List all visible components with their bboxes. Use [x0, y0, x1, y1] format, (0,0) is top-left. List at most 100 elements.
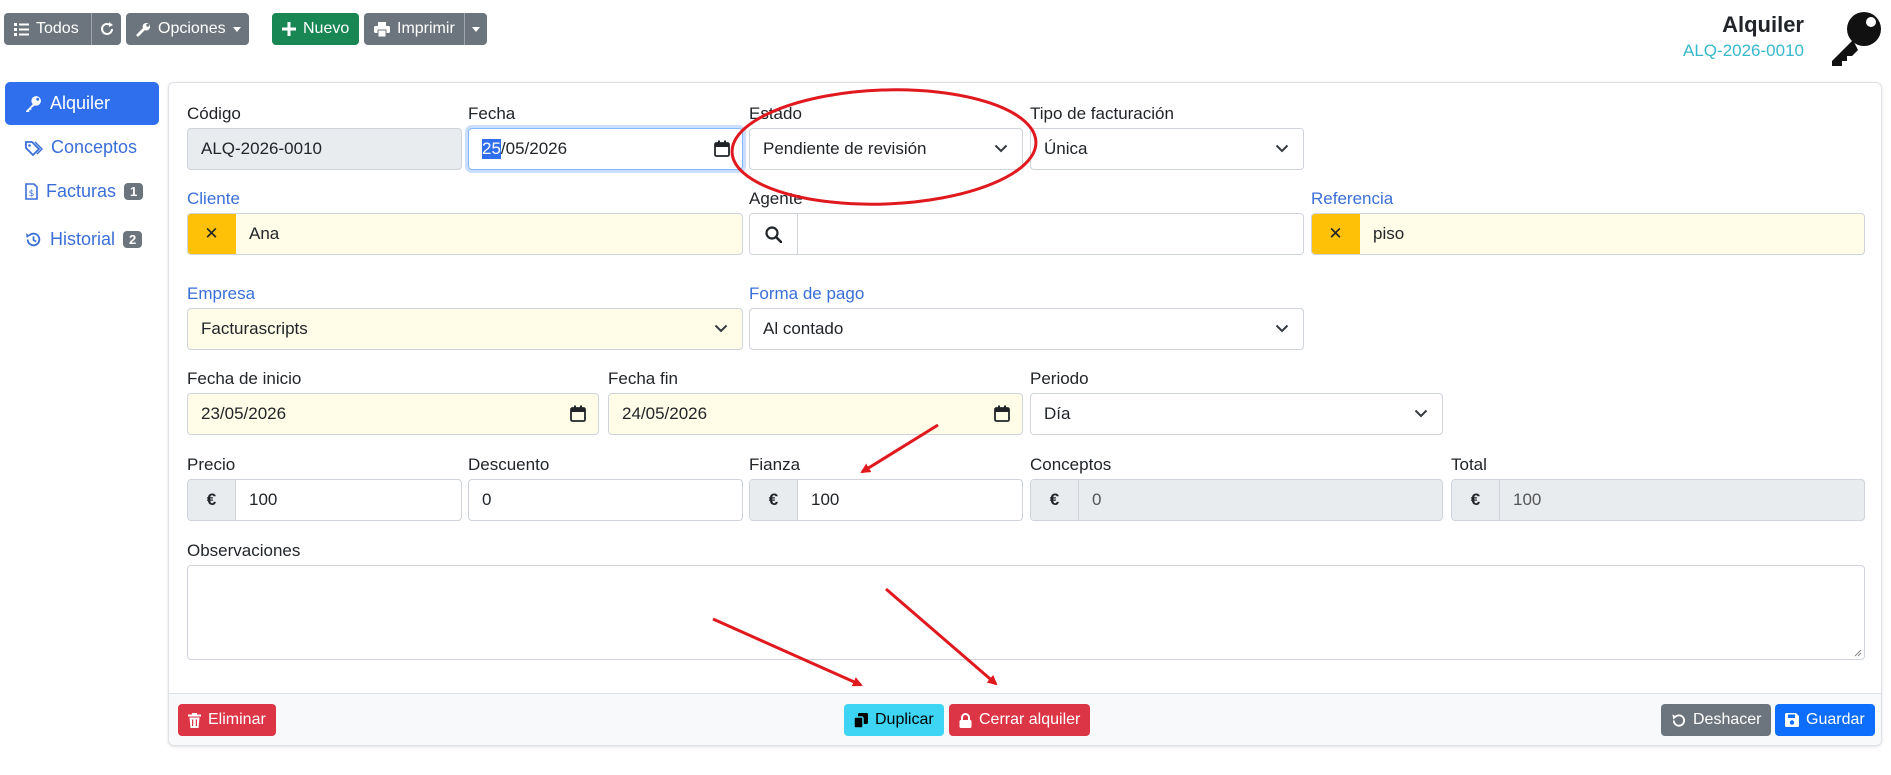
chevron-down-icon — [232, 26, 241, 32]
fecha-fin-date-input[interactable]: 24/05/2026 — [608, 393, 1023, 435]
search-agente-button[interactable] — [750, 214, 798, 254]
agente-label: Agente — [749, 189, 803, 208]
record-code: ALQ-2026-0010 — [1683, 41, 1804, 60]
clear-referencia-button[interactable]: ✕ — [1312, 214, 1360, 254]
duplicate-button[interactable]: Duplicar — [844, 704, 944, 736]
printer-icon — [374, 21, 390, 37]
descuento-value: 0 — [482, 490, 492, 509]
count-badge: 2 — [123, 231, 143, 248]
options-button[interactable]: Opciones — [126, 13, 249, 45]
total-field: € 100 — [1451, 479, 1865, 521]
invoice-icon: $ — [25, 183, 38, 200]
sidebar-item-label: Alquiler — [50, 93, 111, 113]
cliente-value: Ana — [249, 224, 280, 243]
close-rental-label: Cerrar alquiler — [979, 711, 1081, 728]
chevron-down-icon — [1414, 409, 1428, 418]
wrench-icon — [136, 22, 151, 37]
all-records-label: Todos — [36, 20, 79, 37]
referencia-field[interactable]: ✕ piso — [1311, 213, 1865, 255]
cliente-link-label[interactable]: Cliente — [187, 189, 240, 209]
undo-icon — [1671, 713, 1686, 728]
lock-icon — [959, 712, 972, 728]
all-records-button[interactable]: Todos — [4, 13, 121, 45]
save-button[interactable]: Guardar — [1775, 704, 1875, 736]
euro-icon: € — [1031, 480, 1079, 520]
calendar-icon[interactable] — [714, 140, 730, 157]
print-button[interactable]: Imprimir — [364, 13, 487, 45]
fecha-day-selected: 25 — [482, 139, 501, 159]
clear-cliente-button[interactable]: ✕ — [188, 214, 236, 254]
fianza-input[interactable]: € 100 — [749, 479, 1023, 521]
precio-label: Precio — [187, 455, 236, 474]
sidebar-item-label: Facturas — [46, 181, 117, 201]
fecha-rest: /05/2026 — [500, 139, 568, 158]
delete-label: Eliminar — [208, 711, 266, 728]
tipo-facturacion-value: Única — [1044, 139, 1088, 158]
precio-value: 100 — [249, 490, 278, 509]
sidebar-item-conceptos[interactable]: Conceptos — [25, 137, 137, 158]
key-icon — [25, 95, 42, 112]
conceptos-value: 0 — [1092, 490, 1102, 509]
tipo-facturacion-label: Tipo de facturación — [1030, 104, 1174, 123]
calendar-icon[interactable] — [570, 405, 586, 422]
descuento-label: Descuento — [468, 455, 550, 474]
list-icon — [14, 22, 29, 36]
undo-button[interactable]: Deshacer — [1661, 704, 1772, 736]
duplicate-label: Duplicar — [875, 711, 934, 728]
options-label: Opciones — [158, 20, 226, 37]
periodo-select[interactable]: Día — [1030, 393, 1443, 435]
new-button[interactable]: Nuevo — [272, 13, 359, 45]
total-label: Total — [1451, 455, 1487, 474]
referencia-link-label[interactable]: Referencia — [1311, 189, 1393, 209]
descuento-input[interactable]: 0 — [468, 479, 743, 521]
periodo-label: Periodo — [1030, 369, 1089, 388]
close-icon: ✕ — [1328, 224, 1343, 243]
resize-handle-icon[interactable] — [1852, 647, 1862, 657]
floppy-icon — [1785, 713, 1799, 727]
empresa-select[interactable]: Facturascripts — [187, 308, 743, 350]
chevron-down-icon — [994, 144, 1008, 153]
forma-pago-select[interactable]: Al contado — [749, 308, 1304, 350]
sidebar-item-alquiler[interactable]: Alquiler — [5, 82, 159, 125]
fianza-label: Fianza — [749, 455, 801, 474]
search-icon — [765, 225, 782, 243]
estado-select[interactable]: Pendiente de revisión — [749, 128, 1023, 170]
save-label: Guardar — [1806, 711, 1865, 728]
tipo-facturacion-select[interactable]: Única — [1030, 128, 1304, 170]
forma-pago-link-label[interactable]: Forma de pago — [749, 284, 864, 304]
new-label: Nuevo — [303, 20, 350, 37]
close-icon: ✕ — [204, 224, 219, 243]
close-rental-button[interactable]: Cerrar alquiler — [949, 704, 1091, 736]
sidebar-item-facturas[interactable]: $ Facturas 1 — [25, 181, 144, 202]
calendar-icon[interactable] — [994, 405, 1010, 422]
forma-pago-value: Al contado — [763, 319, 844, 338]
observaciones-textarea[interactable] — [187, 565, 1865, 660]
form-footer: Eliminar Duplicar Cerrar alquiler Deshac… — [169, 693, 1881, 745]
print-dropdown-chevron-icon[interactable] — [472, 27, 480, 32]
codigo-label: Código — [187, 104, 241, 123]
codigo-field: ALQ-2026-0010 — [187, 128, 462, 170]
precio-input[interactable]: € 100 — [187, 479, 462, 521]
fecha-date-input[interactable]: 25/05/2026 — [468, 128, 743, 170]
delete-button[interactable]: Eliminar — [178, 704, 276, 736]
chevron-down-icon — [1275, 324, 1289, 333]
fecha-fin-value: 24/05/2026 — [622, 404, 708, 423]
conceptos-label: Conceptos — [1030, 455, 1112, 474]
euro-icon: € — [188, 480, 236, 520]
observaciones-label: Observaciones — [187, 541, 301, 560]
sidebar-item-historial[interactable]: Historial 2 — [25, 229, 143, 250]
history-icon — [25, 231, 42, 248]
fecha-inicio-date-input[interactable]: 23/05/2026 — [187, 393, 599, 435]
referencia-value: piso — [1373, 224, 1405, 243]
fecha-inicio-value: 23/05/2026 — [201, 404, 287, 423]
cliente-field[interactable]: ✕ Ana — [187, 213, 743, 255]
agente-field[interactable] — [749, 213, 1304, 255]
codigo-value: ALQ-2026-0010 — [201, 139, 322, 158]
fecha-label: Fecha — [468, 104, 516, 123]
euro-icon: € — [1452, 480, 1500, 520]
refresh-icon[interactable] — [99, 21, 115, 37]
key-icon — [1826, 10, 1884, 66]
count-badge: 1 — [124, 183, 144, 200]
euro-icon: € — [750, 480, 798, 520]
empresa-link-label[interactable]: Empresa — [187, 284, 255, 304]
